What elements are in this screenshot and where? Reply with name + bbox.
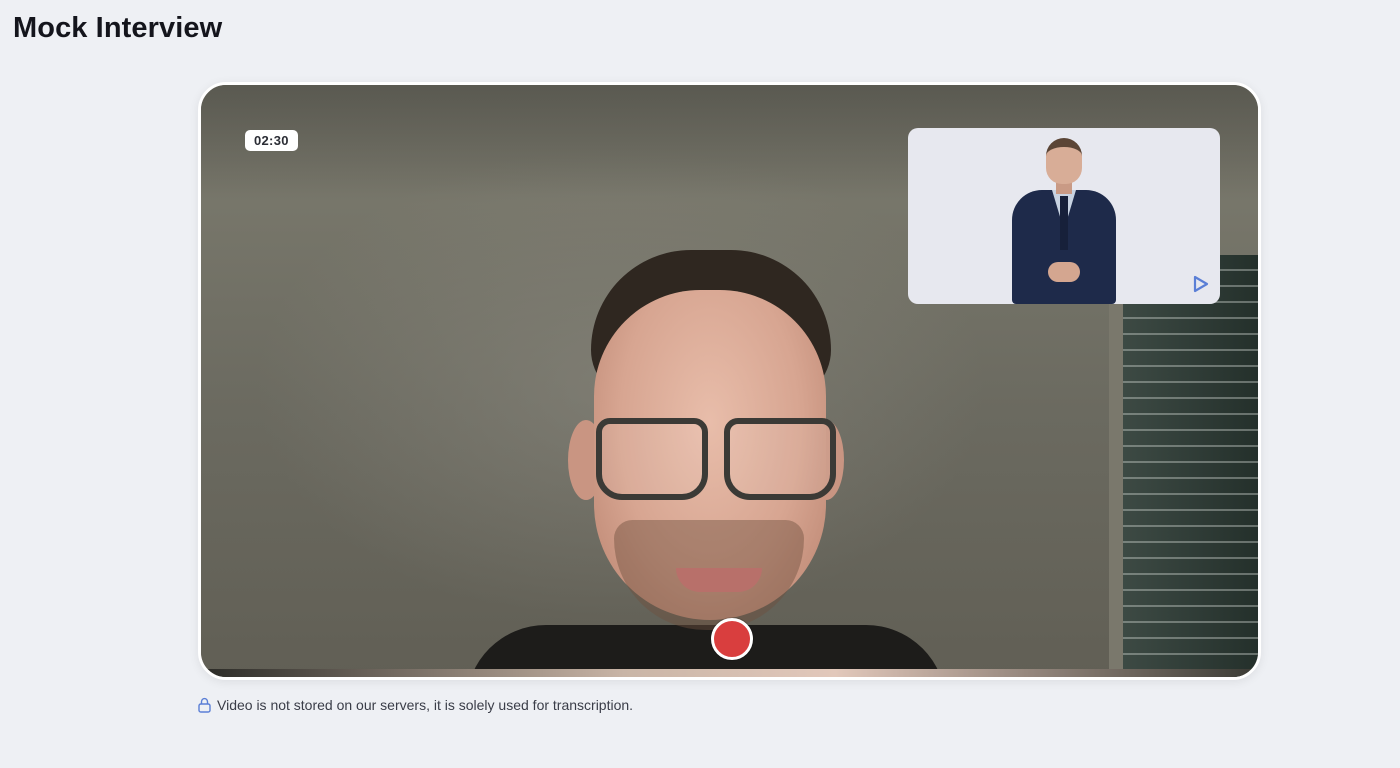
timer-badge: 02:30 [245,130,298,151]
interviewer-avatar [1008,138,1120,304]
progress-strip [201,669,1258,677]
user-camera-person [466,250,946,677]
lock-icon [198,697,211,713]
interviewer-video [908,128,1220,304]
record-button[interactable] [711,618,753,660]
page: Mock Interview 02:30 Video is not stored… [0,0,1400,768]
background-window [1109,255,1258,677]
page-title: Mock Interview [13,12,223,44]
video-frame: 02:30 [198,82,1261,680]
privacy-note-text: Video is not stored on our servers, it i… [217,697,634,713]
privacy-note: Video is not stored on our servers, it i… [198,697,633,713]
play-triangle-icon [1193,275,1209,293]
